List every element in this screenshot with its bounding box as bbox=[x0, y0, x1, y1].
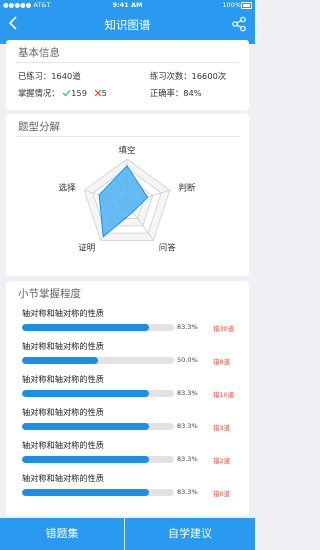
radar-axis-label: 问答 bbox=[159, 243, 177, 254]
self-study-button[interactable]: 自学建议 bbox=[125, 518, 255, 550]
cross-icon bbox=[94, 89, 102, 97]
accuracy-label: 正确率： bbox=[150, 88, 184, 98]
section-label: 轴对称和轴对称的性质 bbox=[22, 341, 104, 351]
question-types-card: 题型分解 填空判断问答 证明 选择 bbox=[6, 114, 249, 276]
battery-icon bbox=[241, 2, 252, 9]
radar-axis-label: 判断 bbox=[178, 182, 196, 193]
progress-track bbox=[22, 456, 174, 463]
share-icon bbox=[232, 16, 246, 32]
practice-count-label: 练习次数： bbox=[150, 71, 192, 81]
progress-track bbox=[22, 489, 174, 496]
section-percent: 83.3% bbox=[177, 389, 198, 397]
progress-track bbox=[22, 324, 174, 331]
progress-fill bbox=[22, 324, 149, 331]
practiced-value: 1640道 bbox=[51, 71, 81, 81]
question-types-title: 题型分解 bbox=[18, 121, 60, 133]
section-label: 轴对称和轴对称的性质 bbox=[22, 308, 104, 318]
section-mastery-card: 小节掌握程度 轴对称和轴对称的性质 83.3% 错30道 轴对称和轴对称的性质 50.0… bbox=[6, 281, 249, 516]
radar-axis-label: 选择 bbox=[59, 182, 77, 193]
section-errors-link[interactable]: 错8道 bbox=[213, 356, 230, 366]
mastery-field: 掌握情况： 159 5 bbox=[18, 87, 107, 99]
section-percent: 83.3% bbox=[177, 455, 198, 463]
progress-fill bbox=[22, 423, 149, 430]
basic-info-title: 基本信息 bbox=[18, 47, 60, 59]
progress-fill bbox=[22, 456, 149, 463]
section-label: 轴对称和轴对称的性质 bbox=[22, 407, 104, 417]
radar-chart: 填空判断问答 证明 选择 bbox=[59, 145, 196, 254]
section-label: 轴对称和轴对称的性质 bbox=[22, 440, 104, 450]
clock-text: 9:41 AM bbox=[112, 1, 143, 9]
practice-count-value: 16600次 bbox=[191, 71, 227, 81]
wrong-questions-button[interactable]: 错题集 bbox=[0, 518, 124, 550]
progress-track bbox=[22, 357, 174, 364]
progress-fill bbox=[22, 489, 149, 496]
radar-axis-label: 填空 bbox=[118, 145, 135, 156]
progress-track bbox=[22, 423, 174, 430]
section-errors-link[interactable]: 错30道 bbox=[213, 323, 234, 333]
check-icon bbox=[62, 90, 71, 97]
divider bbox=[16, 62, 239, 63]
wrong-count: 5 bbox=[101, 88, 107, 98]
section-errors-link[interactable]: 错2道 bbox=[213, 455, 230, 465]
nav-bar: 知识图谱 bbox=[0, 12, 255, 38]
progress-fill bbox=[22, 357, 98, 364]
section-mastery-title: 小节掌握程度 bbox=[18, 288, 81, 300]
accuracy-value: 84% bbox=[183, 88, 202, 98]
section-errors-link[interactable]: 错0道 bbox=[213, 488, 230, 498]
status-bar: ●●●●● AT&T 9:41 AM 100% bbox=[0, 0, 255, 10]
accuracy-field: 正确率：84% bbox=[150, 87, 202, 99]
radar-axis-label: 证明 bbox=[78, 244, 95, 254]
app-header: ●●●●● AT&T 9:41 AM 100% 知识图谱 bbox=[0, 0, 255, 44]
section-errors-link[interactable]: 错3道 bbox=[213, 422, 230, 432]
section-percent: 50.0% bbox=[177, 356, 198, 364]
mastery-label: 掌握情况： bbox=[18, 88, 60, 98]
battery-percent: 100% bbox=[222, 1, 241, 9]
progress-fill bbox=[22, 390, 149, 397]
practiced-label: 已练习： bbox=[18, 71, 52, 81]
correct-count: 159 bbox=[71, 88, 87, 98]
section-percent: 83.3% bbox=[177, 323, 198, 331]
bottom-bar: 错题集 自学建议 bbox=[0, 518, 255, 550]
progress-track bbox=[22, 390, 174, 397]
practiced-field: 已练习：1640道 bbox=[18, 70, 81, 82]
section-label: 轴对称和轴对称的性质 bbox=[22, 374, 104, 384]
section-errors-link[interactable]: 错10道 bbox=[213, 389, 234, 399]
page-title: 知识图谱 bbox=[104, 18, 151, 32]
section-label: 轴对称和轴对称的性质 bbox=[22, 473, 104, 483]
section-percent: 83.3% bbox=[177, 488, 198, 496]
basic-info-card: 基本信息 已练习：1640道 练习次数：16600次 掌握情况： 159 5 正… bbox=[6, 40, 249, 110]
practice-count-field: 练习次数：16600次 bbox=[150, 70, 226, 82]
share-button[interactable] bbox=[231, 16, 247, 32]
section-percent: 83.3% bbox=[177, 422, 198, 430]
